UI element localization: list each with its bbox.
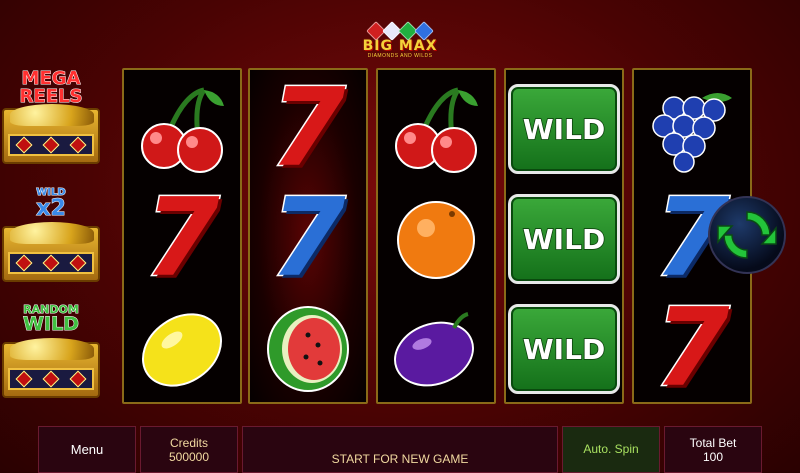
wild-badge: WILD xyxy=(508,194,620,284)
seven-glyph: 7 xyxy=(653,286,731,411)
logo-title: BIG MAX xyxy=(362,38,438,54)
seven-red-symbol: 7 xyxy=(124,176,240,301)
wild-badge: WILD xyxy=(508,84,620,174)
wild-label: WILD xyxy=(522,112,606,147)
feature-label: RANDOM WILD xyxy=(23,303,80,335)
reel-2: 77 xyxy=(248,68,368,404)
seven-blue-symbol: 7 xyxy=(250,176,366,301)
wild-symbol: WILD xyxy=(506,294,622,404)
wild-symbol: WILD xyxy=(506,184,622,294)
cherry-icon xyxy=(378,74,494,184)
treasure-chest-icon xyxy=(2,104,100,164)
seven-glyph: 7 xyxy=(269,66,347,191)
plum-icon xyxy=(378,294,494,404)
game-logo: BIG MAX DIAMONDS AND WILDS xyxy=(350,21,450,66)
seven-red-symbol: 7 xyxy=(250,66,366,191)
total-bet-value: 100 xyxy=(702,450,724,464)
credits-value: 500000 xyxy=(168,450,210,464)
refresh-arrows-icon xyxy=(717,211,777,259)
wild-symbol: WILD xyxy=(506,74,622,184)
diamond-gems-icon xyxy=(350,21,450,41)
wild-label: WILD xyxy=(522,332,606,367)
cherry-icon xyxy=(124,74,240,184)
menu-button[interactable]: Menu xyxy=(38,426,136,473)
feature-label: MEGA REELS xyxy=(19,68,83,107)
total-bet-display[interactable]: Total Bet 100 xyxy=(664,426,762,473)
wild-label: WILD xyxy=(522,222,606,257)
spin-button[interactable] xyxy=(708,196,786,274)
credits-display: Credits 500000 xyxy=(140,426,238,473)
grapes-icon xyxy=(634,74,750,184)
random-wild-feature: RANDOM WILD xyxy=(2,304,100,400)
reel-1: 7 xyxy=(122,68,242,404)
reel-4: WILD WILD WILD xyxy=(504,68,624,404)
seven-glyph: 7 xyxy=(269,176,347,301)
seven-glyph: 7 xyxy=(143,176,221,301)
wild-badge: WILD xyxy=(508,304,620,394)
status-text: START FOR NEW GAME xyxy=(331,452,469,466)
treasure-chest-icon xyxy=(2,338,100,398)
wild-x2-feature: WILD x2 xyxy=(2,187,100,284)
orange-icon xyxy=(378,184,494,294)
treasure-chest-icon xyxy=(2,222,100,282)
seven-red-symbol: 7 xyxy=(634,286,750,411)
lemon-icon xyxy=(124,294,240,404)
mega-reels-feature: MEGA REELS xyxy=(2,68,100,166)
reel-3 xyxy=(376,68,496,404)
watermelon-icon xyxy=(250,294,366,404)
auto-spin-button[interactable]: Auto. Spin xyxy=(562,426,660,473)
start-game-button[interactable]: START FOR NEW GAME xyxy=(242,426,558,473)
feature-label: WILD x2 xyxy=(36,187,67,221)
